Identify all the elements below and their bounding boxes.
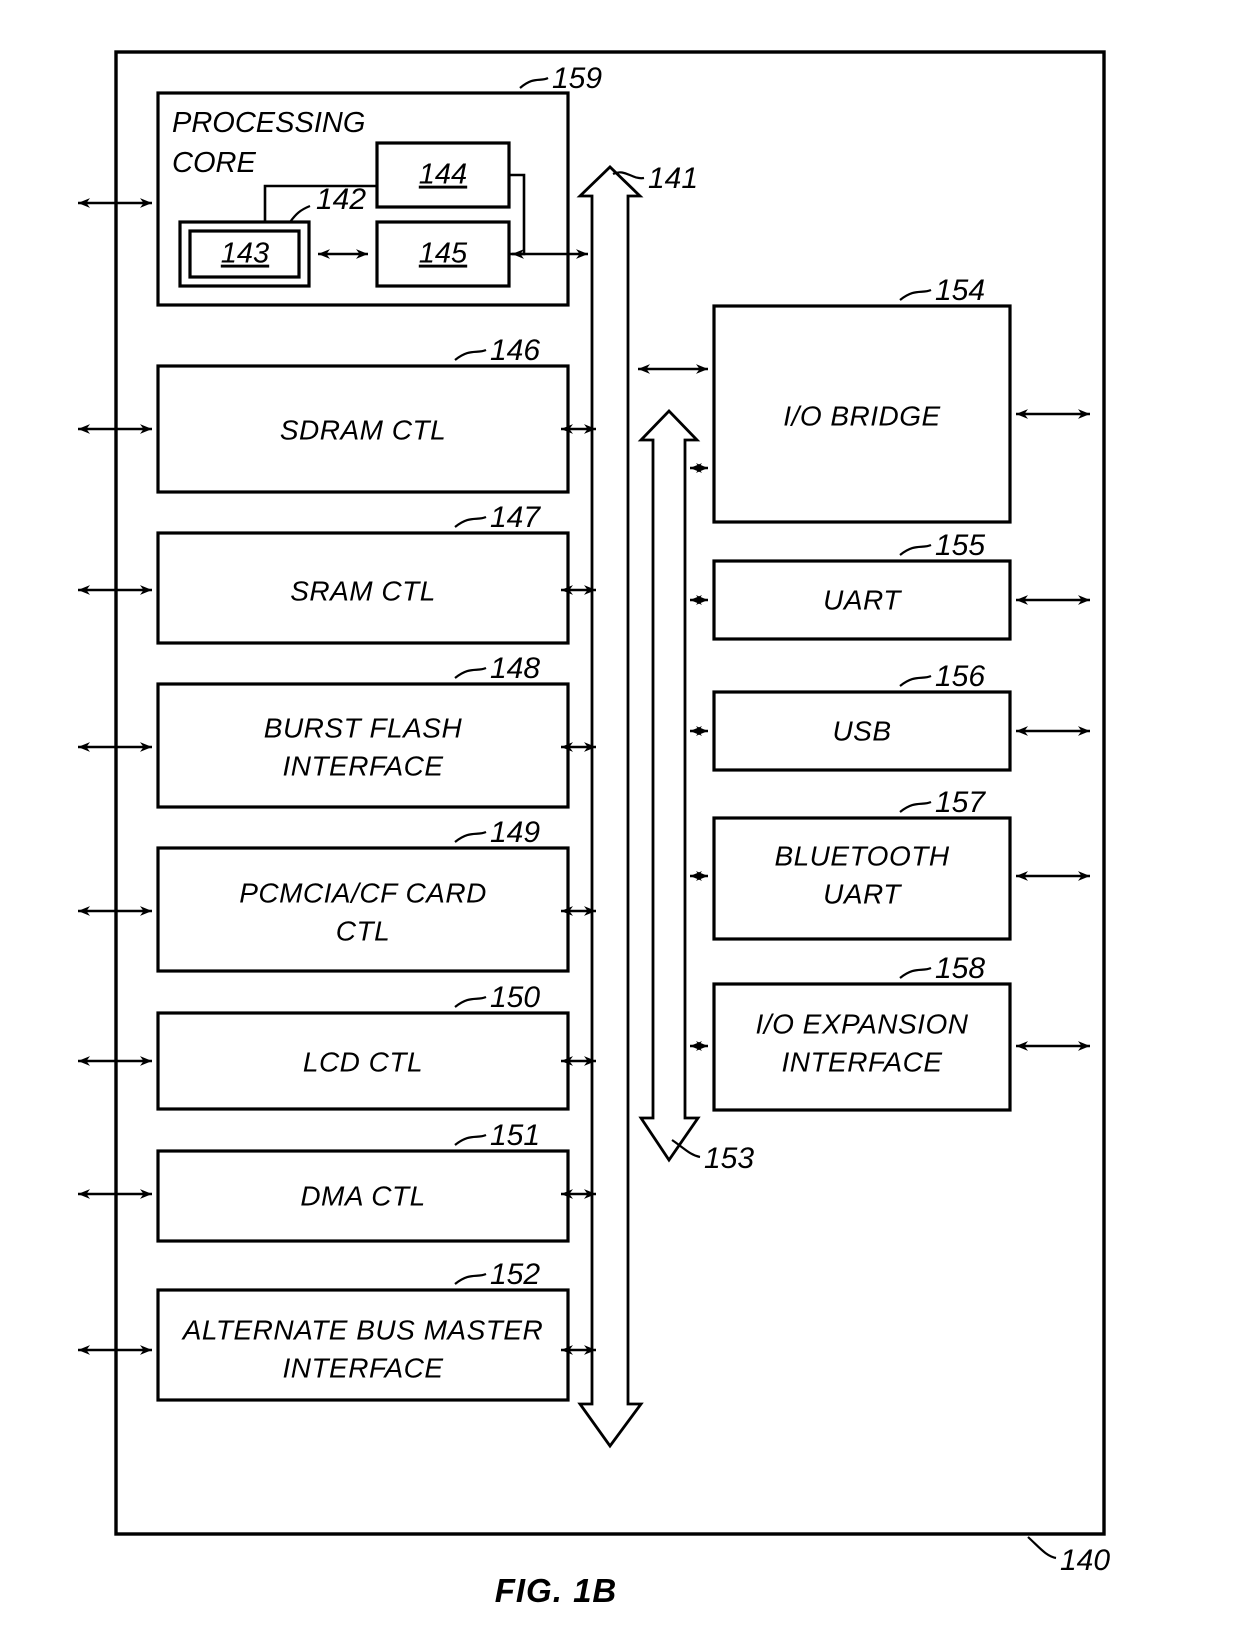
lead-line-150 — [454, 995, 487, 1008]
lead-line-156 — [899, 674, 932, 687]
block-157-label-line1: BLUETOOTH — [774, 840, 949, 871]
lead-line-157 — [899, 800, 932, 813]
core-wire-144-down-to-145 — [509, 173, 526, 256]
ref-label-154: 154 — [935, 274, 985, 307]
secondary-bus-153: 153 — [637, 408, 754, 1175]
block-146-sdram-ctl: SDRAM CTL 146 — [78, 334, 596, 494]
processing-core-title-line1: PROCESSING — [172, 107, 365, 139]
ref-label-142: 142 — [316, 183, 366, 216]
block-149-box — [156, 846, 570, 973]
lead-line-151 — [454, 1133, 487, 1146]
processing-core-159: PROCESSING CORE 142 159 144 145 143 142 — [156, 62, 602, 307]
block-146-label: SDRAM CTL — [280, 414, 446, 445]
core-block-144-number: 144 — [419, 159, 467, 191]
ref-label-151: 151 — [490, 1119, 540, 1152]
block-154-label: I/O BRIDGE — [783, 400, 940, 431]
ref-label-150: 150 — [490, 981, 540, 1014]
block-155-label: UART — [823, 584, 902, 615]
block-154-io-bridge: I/O BRIDGE 154 — [638, 274, 1090, 524]
block-148-label-line1: BURST FLASH — [264, 712, 463, 743]
block-149-label-line2: CTL — [336, 915, 390, 946]
lead-line-140 — [1027, 1536, 1057, 1560]
ref-label-146: 146 — [490, 334, 540, 367]
block-149-pcmcia-cf-card-ctl: PCMCIA/CF CARD CTL 149 — [78, 816, 596, 973]
lead-line-149 — [454, 830, 487, 843]
block-158-io-expansion-interface: I/O EXPANSION INTERFACE 158 — [690, 952, 1090, 1112]
ref-label-148: 148 — [490, 652, 540, 685]
block-148-box — [156, 682, 570, 809]
core-block-143-number: 143 — [221, 238, 269, 270]
lead-line-154 — [899, 288, 932, 301]
main-bus-141: 141 — [576, 162, 698, 1449]
core-block-145-number: 145 — [419, 238, 468, 270]
processing-core-title-line2: CORE — [172, 147, 256, 179]
left-column-blocks: SDRAM CTL 146 SRAM CTL 147 BURST FLASH I… — [78, 334, 596, 1402]
block-157-bluetooth-uart: BLUETOOTH UART 157 — [690, 786, 1090, 941]
ref-label-155: 155 — [935, 529, 985, 562]
lead-line-155 — [899, 543, 932, 556]
block-147-sram-ctl: SRAM CTL 147 — [78, 501, 596, 645]
block-152-label-line1: ALTERNATE BUS MASTER — [181, 1314, 544, 1345]
ref-label-152: 152 — [490, 1258, 540, 1291]
block-156-label: USB — [832, 715, 891, 746]
lead-line-148 — [454, 666, 487, 679]
block-152-alternate-bus-master-interface: ALTERNATE BUS MASTER INTERFACE 152 — [78, 1258, 596, 1402]
ref-label-157: 157 — [935, 786, 986, 819]
block-147-label: SRAM CTL — [290, 575, 436, 606]
block-158-label-line2: INTERFACE — [781, 1046, 942, 1077]
block-157-label-line2: UART — [823, 878, 902, 909]
block-151-dma-ctl: DMA CTL 151 — [78, 1119, 596, 1243]
block-150-label: LCD CTL — [303, 1046, 423, 1077]
ref-label-159: 159 — [552, 62, 602, 95]
figure-caption: FIG. 1B — [495, 1572, 618, 1609]
secondary-bus-shaft-153 — [637, 408, 701, 1163]
ref-label-153: 153 — [704, 1142, 754, 1175]
lead-line-158 — [899, 966, 932, 979]
block-151-label: DMA CTL — [300, 1180, 425, 1211]
block-158-label-line1: I/O EXPANSION — [756, 1008, 969, 1039]
ref-label-147: 147 — [490, 501, 541, 534]
block-155-uart: UART 155 — [690, 529, 1090, 641]
block-156-usb: USB 156 — [690, 660, 1090, 772]
ref-label-158: 158 — [935, 952, 985, 985]
ref-label-149: 149 — [490, 816, 540, 849]
lead-line-159 — [519, 76, 549, 89]
block-152-label-line2: INTERFACE — [282, 1352, 443, 1383]
block-149-label-line1: PCMCIA/CF CARD — [239, 877, 487, 908]
lead-line-152 — [454, 1272, 487, 1285]
main-bus-shaft-141 — [576, 165, 644, 1449]
ref-label-140: 140 — [1060, 1544, 1110, 1577]
block-148-burst-flash-interface: BURST FLASH INTERFACE 148 — [78, 652, 596, 809]
ref-label-141: 141 — [648, 162, 698, 195]
lead-line-146 — [454, 348, 487, 361]
right-column-blocks: I/O BRIDGE 154 UART 155 USB 156 BLUETOOT… — [638, 274, 1090, 1112]
block-148-label-line2: INTERFACE — [282, 750, 443, 781]
block-150-lcd-ctl: LCD CTL 150 — [78, 981, 596, 1111]
figure-1b-block-diagram: PROCESSING CORE 142 159 144 145 143 142 — [78, 50, 1110, 1609]
ref-label-156: 156 — [935, 660, 985, 693]
lead-line-142 — [289, 204, 311, 223]
lead-line-147 — [454, 515, 487, 528]
